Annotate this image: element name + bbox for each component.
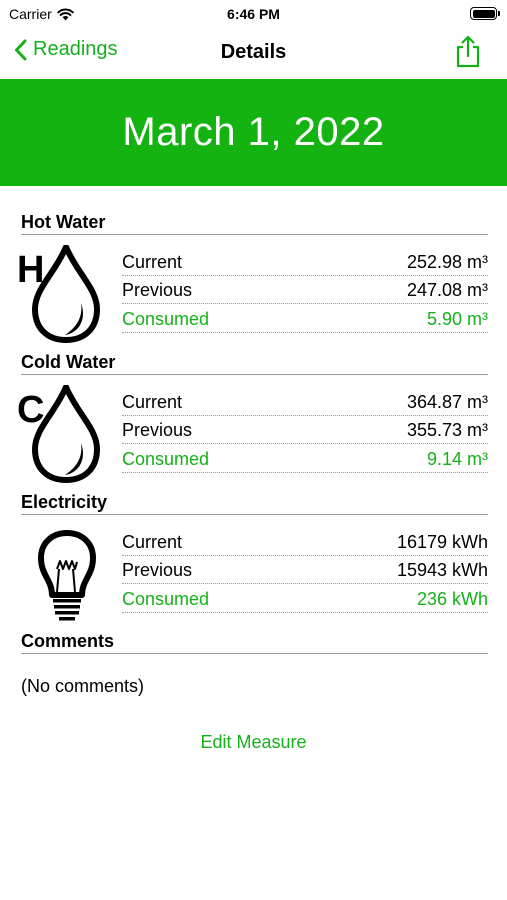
share-icon: [456, 35, 480, 68]
row-label: Consumed: [122, 588, 210, 609]
row-value: 364.87 m³: [406, 391, 488, 412]
row-value: 252.98 m³: [406, 251, 488, 272]
comments-text: (No comments): [21, 676, 145, 696]
consumed-row: Consumed 5.90 m³: [122, 304, 488, 333]
current-row: Current 16179 kWh: [122, 527, 488, 556]
row-value: 9.14 m³: [426, 448, 488, 469]
row-label: Previous: [122, 560, 193, 580]
current-row: Current 252.98 m³: [122, 247, 488, 276]
row-value: 5.90 m³: [426, 308, 488, 329]
current-row: Current 364.87 m³: [122, 387, 488, 416]
section-title: Electricity: [21, 490, 488, 515]
consumed-row: Consumed 236 kWh: [122, 584, 488, 613]
date-banner: March 1, 2022: [0, 79, 507, 186]
status-time: 6:46 PM: [227, 6, 280, 22]
electricity-section: Electricity Current 16179 kWh Previous 1…: [21, 490, 488, 630]
share-button[interactable]: [455, 35, 481, 73]
cold-water-drop-icon: C: [17, 385, 100, 483]
section-body: H Current 252.98 m³ Previous 247.08 m³ C…: [17, 235, 488, 350]
section-title: Hot Water: [21, 210, 488, 235]
row-label: Previous: [122, 280, 193, 300]
readings-list: Current 252.98 m³ Previous 247.08 m³ Con…: [122, 247, 488, 333]
row-label: Consumed: [122, 448, 210, 469]
previous-row: Previous 15943 kWh: [122, 556, 488, 584]
battery-icon: [470, 7, 500, 20]
section-body: C Current 364.87 m³ Previous 355.73 m³ C…: [17, 375, 488, 490]
page-title: Details: [220, 41, 287, 63]
row-value: 247.08 m³: [406, 280, 488, 300]
row-value: 15943 kWh: [396, 560, 488, 580]
edit-measure-button[interactable]: Edit Measure: [0, 732, 507, 753]
row-label: Current: [122, 251, 183, 272]
row-label: Current: [122, 391, 183, 412]
row-label: Previous: [122, 420, 193, 440]
consumed-row: Consumed 9.14 m³: [122, 444, 488, 473]
readings-list: Current 16179 kWh Previous 15943 kWh Con…: [122, 527, 488, 613]
comments-section: Comments (No comments): [21, 629, 488, 697]
section-title: Comments: [21, 629, 488, 654]
hot-water-section: Hot Water H Current 252.98 m³ Previous 2…: [17, 210, 488, 350]
battery-fill: [472, 9, 495, 18]
row-value: 16179 kWh: [396, 531, 488, 552]
status-bar: Carrier 6:46 PM: [0, 0, 507, 28]
previous-row: Previous 247.08 m³: [122, 276, 488, 304]
navigation-bar: Readings Details: [0, 28, 507, 78]
light-bulb-icon: [38, 530, 96, 621]
readings-list: Current 364.87 m³ Previous 355.73 m³ Con…: [122, 387, 488, 473]
row-value: 236 kWh: [416, 588, 488, 609]
row-label: Current: [122, 531, 183, 552]
cold-water-section: Cold Water C Current 364.87 m³ Previous …: [17, 350, 488, 490]
previous-row: Previous 355.73 m³: [122, 416, 488, 444]
section-body: Current 16179 kWh Previous 15943 kWh Con…: [21, 515, 488, 630]
section-title: Cold Water: [21, 350, 488, 375]
row-label: Consumed: [122, 308, 210, 329]
hot-water-drop-icon: H: [17, 245, 100, 343]
row-value: 355.73 m³: [406, 420, 488, 440]
reading-date: March 1, 2022: [122, 110, 385, 154]
